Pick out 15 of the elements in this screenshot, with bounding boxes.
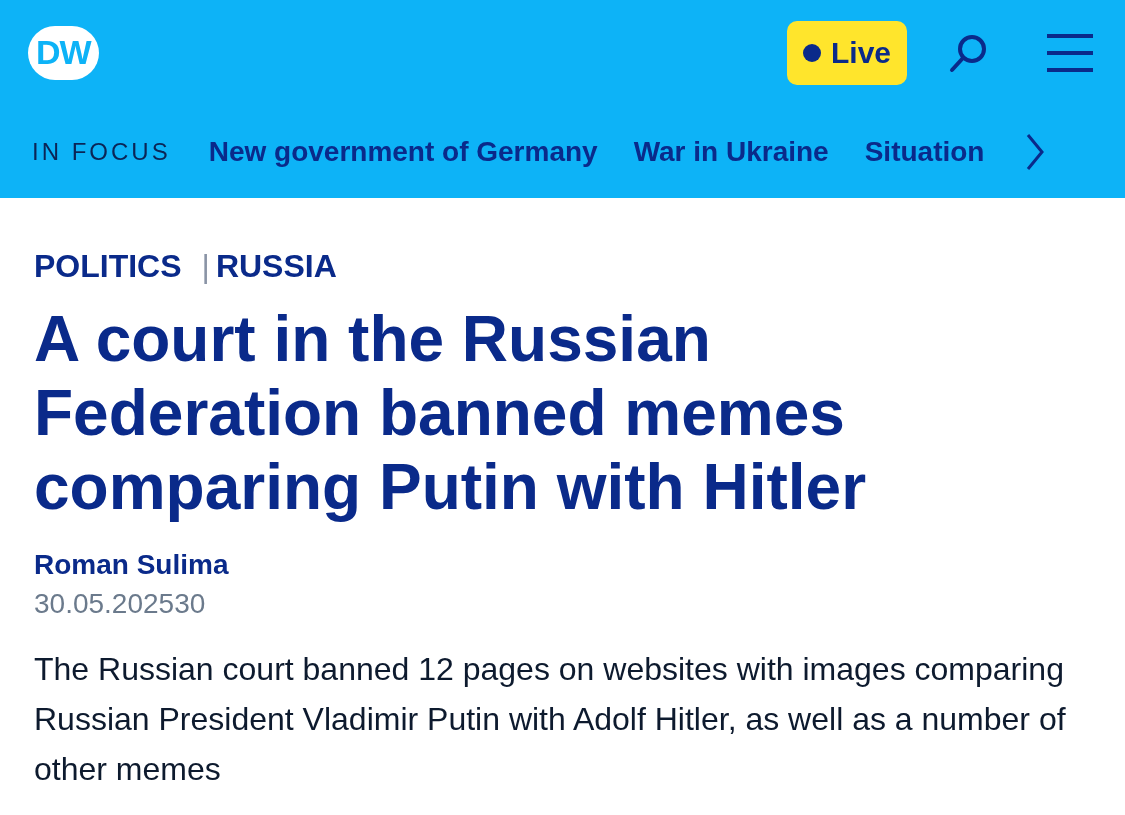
category-link[interactable]: RUSSIA [215,242,337,290]
live-button[interactable]: Live [786,20,907,85]
chevron-right-icon[interactable] [1026,132,1045,171]
in-focus-label: IN FOCUS [32,136,171,167]
focus-link[interactable]: Situation [864,130,985,173]
publish-date: 30.05.202530 [34,587,207,621]
category-link[interactable]: POLITICS [34,242,182,290]
author-link[interactable]: Roman Sulima [34,544,1091,586]
lead-paragraph: The Russian court banned 12 pages on websites with images comparing Russian President Vladimir Putin with Adolf Hitler, as well as a number of other memes [34,650,1067,789]
category-separator: | [201,247,210,286]
focus-link[interactable]: New government of Germany [208,130,598,173]
search-icon[interactable] [949,32,989,73]
menu-icon[interactable] [1047,33,1093,72]
focus-link[interactable]: War in Ukraine [633,130,829,173]
headline: A court in the Russian Federation banned memes comparing Putin with Hitler [34,302,868,524]
